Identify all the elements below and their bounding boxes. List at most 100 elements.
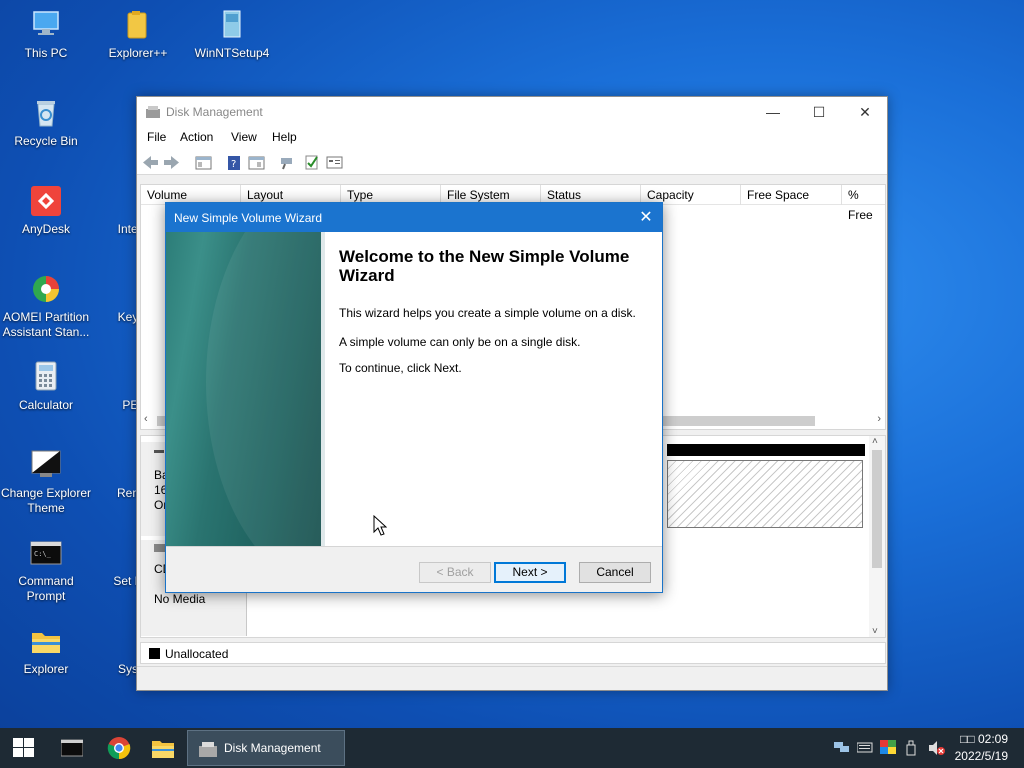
taskbar-disk-management-button[interactable]: Disk Management (187, 730, 345, 766)
legend-bar: Unallocated (140, 642, 886, 664)
wizard-text-single-disk: A simple volume can only be on a single … (339, 335, 581, 349)
scroll-left-icon[interactable]: ‹ (144, 413, 148, 425)
desktop-icon-label: This PC (24, 46, 68, 60)
back-arrow-icon[interactable] (142, 155, 159, 170)
desktop-icon-change-theme[interactable]: Change Explorer Theme (0, 448, 92, 516)
action-pane-icon[interactable] (248, 155, 265, 170)
keyboard-tray-icon[interactable] (856, 740, 873, 757)
wizard-side-banner (166, 232, 325, 546)
window-titlebar[interactable]: Disk Management — ☐ ✕ (137, 97, 887, 127)
scrollbar-thumb[interactable] (872, 450, 882, 568)
unallocated-partition[interactable] (667, 460, 863, 528)
connect-icon[interactable] (279, 155, 296, 170)
taskbar-explorer-icon[interactable] (151, 737, 175, 768)
console-tree-icon[interactable] (195, 155, 212, 170)
desktop-icon-label: Explorer++ (108, 46, 168, 60)
wizard-text-continue: To continue, click Next. (339, 361, 462, 375)
taskbar-active-label: Disk Management (224, 741, 321, 755)
wizard-close-button[interactable]: ✕ (630, 203, 662, 232)
svg-text:C:\_: C:\_ (34, 550, 52, 558)
monitor-icon (29, 8, 63, 42)
unallocated-partition-header (667, 444, 865, 456)
toolbar: ? (137, 149, 887, 175)
scroll-right-icon[interactable]: › (877, 413, 881, 425)
clock-date: 2022/5/19 (954, 749, 1008, 763)
menu-action[interactable]: Action (180, 130, 213, 144)
desktop-icon-winntsetup[interactable]: WinNTSetup4 (186, 8, 278, 61)
partition-assistant-icon (29, 272, 63, 306)
menu-help[interactable]: Help (272, 130, 297, 144)
calculator-icon (29, 360, 63, 394)
desktop-icon-label: Change Explorer Theme (0, 486, 92, 515)
unallocated-swatch (149, 648, 160, 659)
menu-file[interactable]: File (147, 130, 166, 144)
desktop-icon-aomei[interactable]: AOMEI Partition Assistant Stan... (0, 272, 92, 340)
help-icon[interactable]: ? (226, 155, 243, 170)
desktop-icon-explorer[interactable]: Explorer (0, 624, 92, 677)
folder-icon (29, 624, 63, 658)
forward-arrow-icon[interactable] (163, 155, 180, 170)
column-percent-free[interactable]: % Free (842, 185, 886, 222)
desktop-icon-command-prompt[interactable]: C:\_ Command Prompt (0, 536, 92, 604)
desktop-icon-label: AnyDesk (21, 222, 71, 236)
display-color-tray-icon[interactable] (880, 740, 896, 757)
svg-text:?: ? (231, 159, 236, 170)
disk-drive-icon (154, 450, 164, 453)
menu-view[interactable]: View (231, 130, 257, 144)
wizard-heading: Welcome to the New Simple Volume Wizard (339, 247, 630, 285)
cancel-button[interactable]: Cancel (579, 562, 651, 583)
recycle-bin-icon (29, 96, 63, 130)
desktop-icon-this-pc[interactable]: This PC (0, 8, 92, 61)
start-windows-icon[interactable] (13, 738, 35, 768)
back-button[interactable]: < Back (419, 562, 491, 583)
menu-bar: File Action View Help (137, 127, 887, 149)
taskbar: Disk Management □□ 02:09 2022/5/19 (0, 728, 1024, 768)
status-bar (137, 666, 887, 690)
scroll-up-icon[interactable]: ˄ (872, 436, 878, 447)
taskbar-clock[interactable]: □□ 02:09 2022/5/19 (955, 731, 1008, 765)
wizard-text-intro: This wizard helps you create a simple vo… (339, 306, 636, 320)
disk-management-icon (198, 740, 218, 761)
taskbar-chrome-icon[interactable] (107, 736, 131, 768)
list-view-icon[interactable] (326, 155, 343, 170)
wizard-content: Welcome to the New Simple Volume Wizard … (325, 232, 662, 546)
scroll-down-icon[interactable]: ˅ (872, 626, 878, 637)
desktop-icon-calculator[interactable]: Calculator (0, 360, 92, 413)
desktop-icon-explorerpp[interactable]: Explorer++ (92, 8, 184, 61)
theme-icon (29, 448, 63, 482)
properties-check-icon[interactable] (303, 155, 320, 170)
wizard-titlebar[interactable]: New Simple Volume Wizard ✕ (166, 203, 662, 232)
desktop-icon-label: WinNTSetup4 (194, 46, 270, 60)
minimize-button[interactable]: — (750, 97, 796, 127)
wizard-title: New Simple Volume Wizard (174, 211, 323, 225)
setup-disk-icon (215, 8, 249, 42)
close-button[interactable]: ✕ (842, 97, 888, 127)
desktop-icon-label: Command Prompt (18, 574, 74, 603)
console-icon: C:\_ (29, 536, 63, 570)
desktop-icon-label: AOMEI Partition Assistant Stan... (2, 310, 90, 339)
cdrom-media-text: No Media (154, 592, 206, 606)
usb-tray-icon[interactable] (905, 740, 917, 759)
anydesk-icon (29, 184, 63, 218)
desktop-icon-label: Calculator (18, 398, 74, 412)
desktop-icon-label: Explorer (23, 662, 69, 676)
maximize-button[interactable]: ☐ (796, 97, 842, 127)
mouse-cursor-icon (373, 514, 388, 540)
taskbar-command-prompt-icon[interactable] (60, 738, 84, 768)
folder-icon (121, 8, 155, 42)
column-free-space[interactable]: Free Space (741, 185, 842, 205)
volume-muted-tray-icon[interactable] (928, 740, 946, 759)
next-button[interactable]: Next > (494, 562, 566, 583)
clock-time: 02:09 (977, 732, 1008, 746)
desktop-icon-recycle-bin[interactable]: Recycle Bin (0, 96, 92, 149)
clock-prefix: □□ (960, 732, 975, 746)
new-simple-volume-wizard: New Simple Volume Wizard ✕ Welcome to th… (165, 202, 663, 593)
window-title: Disk Management (166, 105, 263, 119)
disk-management-icon (145, 105, 161, 119)
wizard-button-bar: < Back Next > Cancel (166, 546, 662, 592)
desktop-icon-label: Recycle Bin (14, 134, 78, 148)
network-tray-icon[interactable] (834, 740, 850, 757)
vertical-scrollbar[interactable]: ˄ ˅ (869, 436, 885, 637)
legend-unallocated-label: Unallocated (165, 647, 229, 661)
desktop-icon-anydesk[interactable]: AnyDesk (0, 184, 92, 237)
